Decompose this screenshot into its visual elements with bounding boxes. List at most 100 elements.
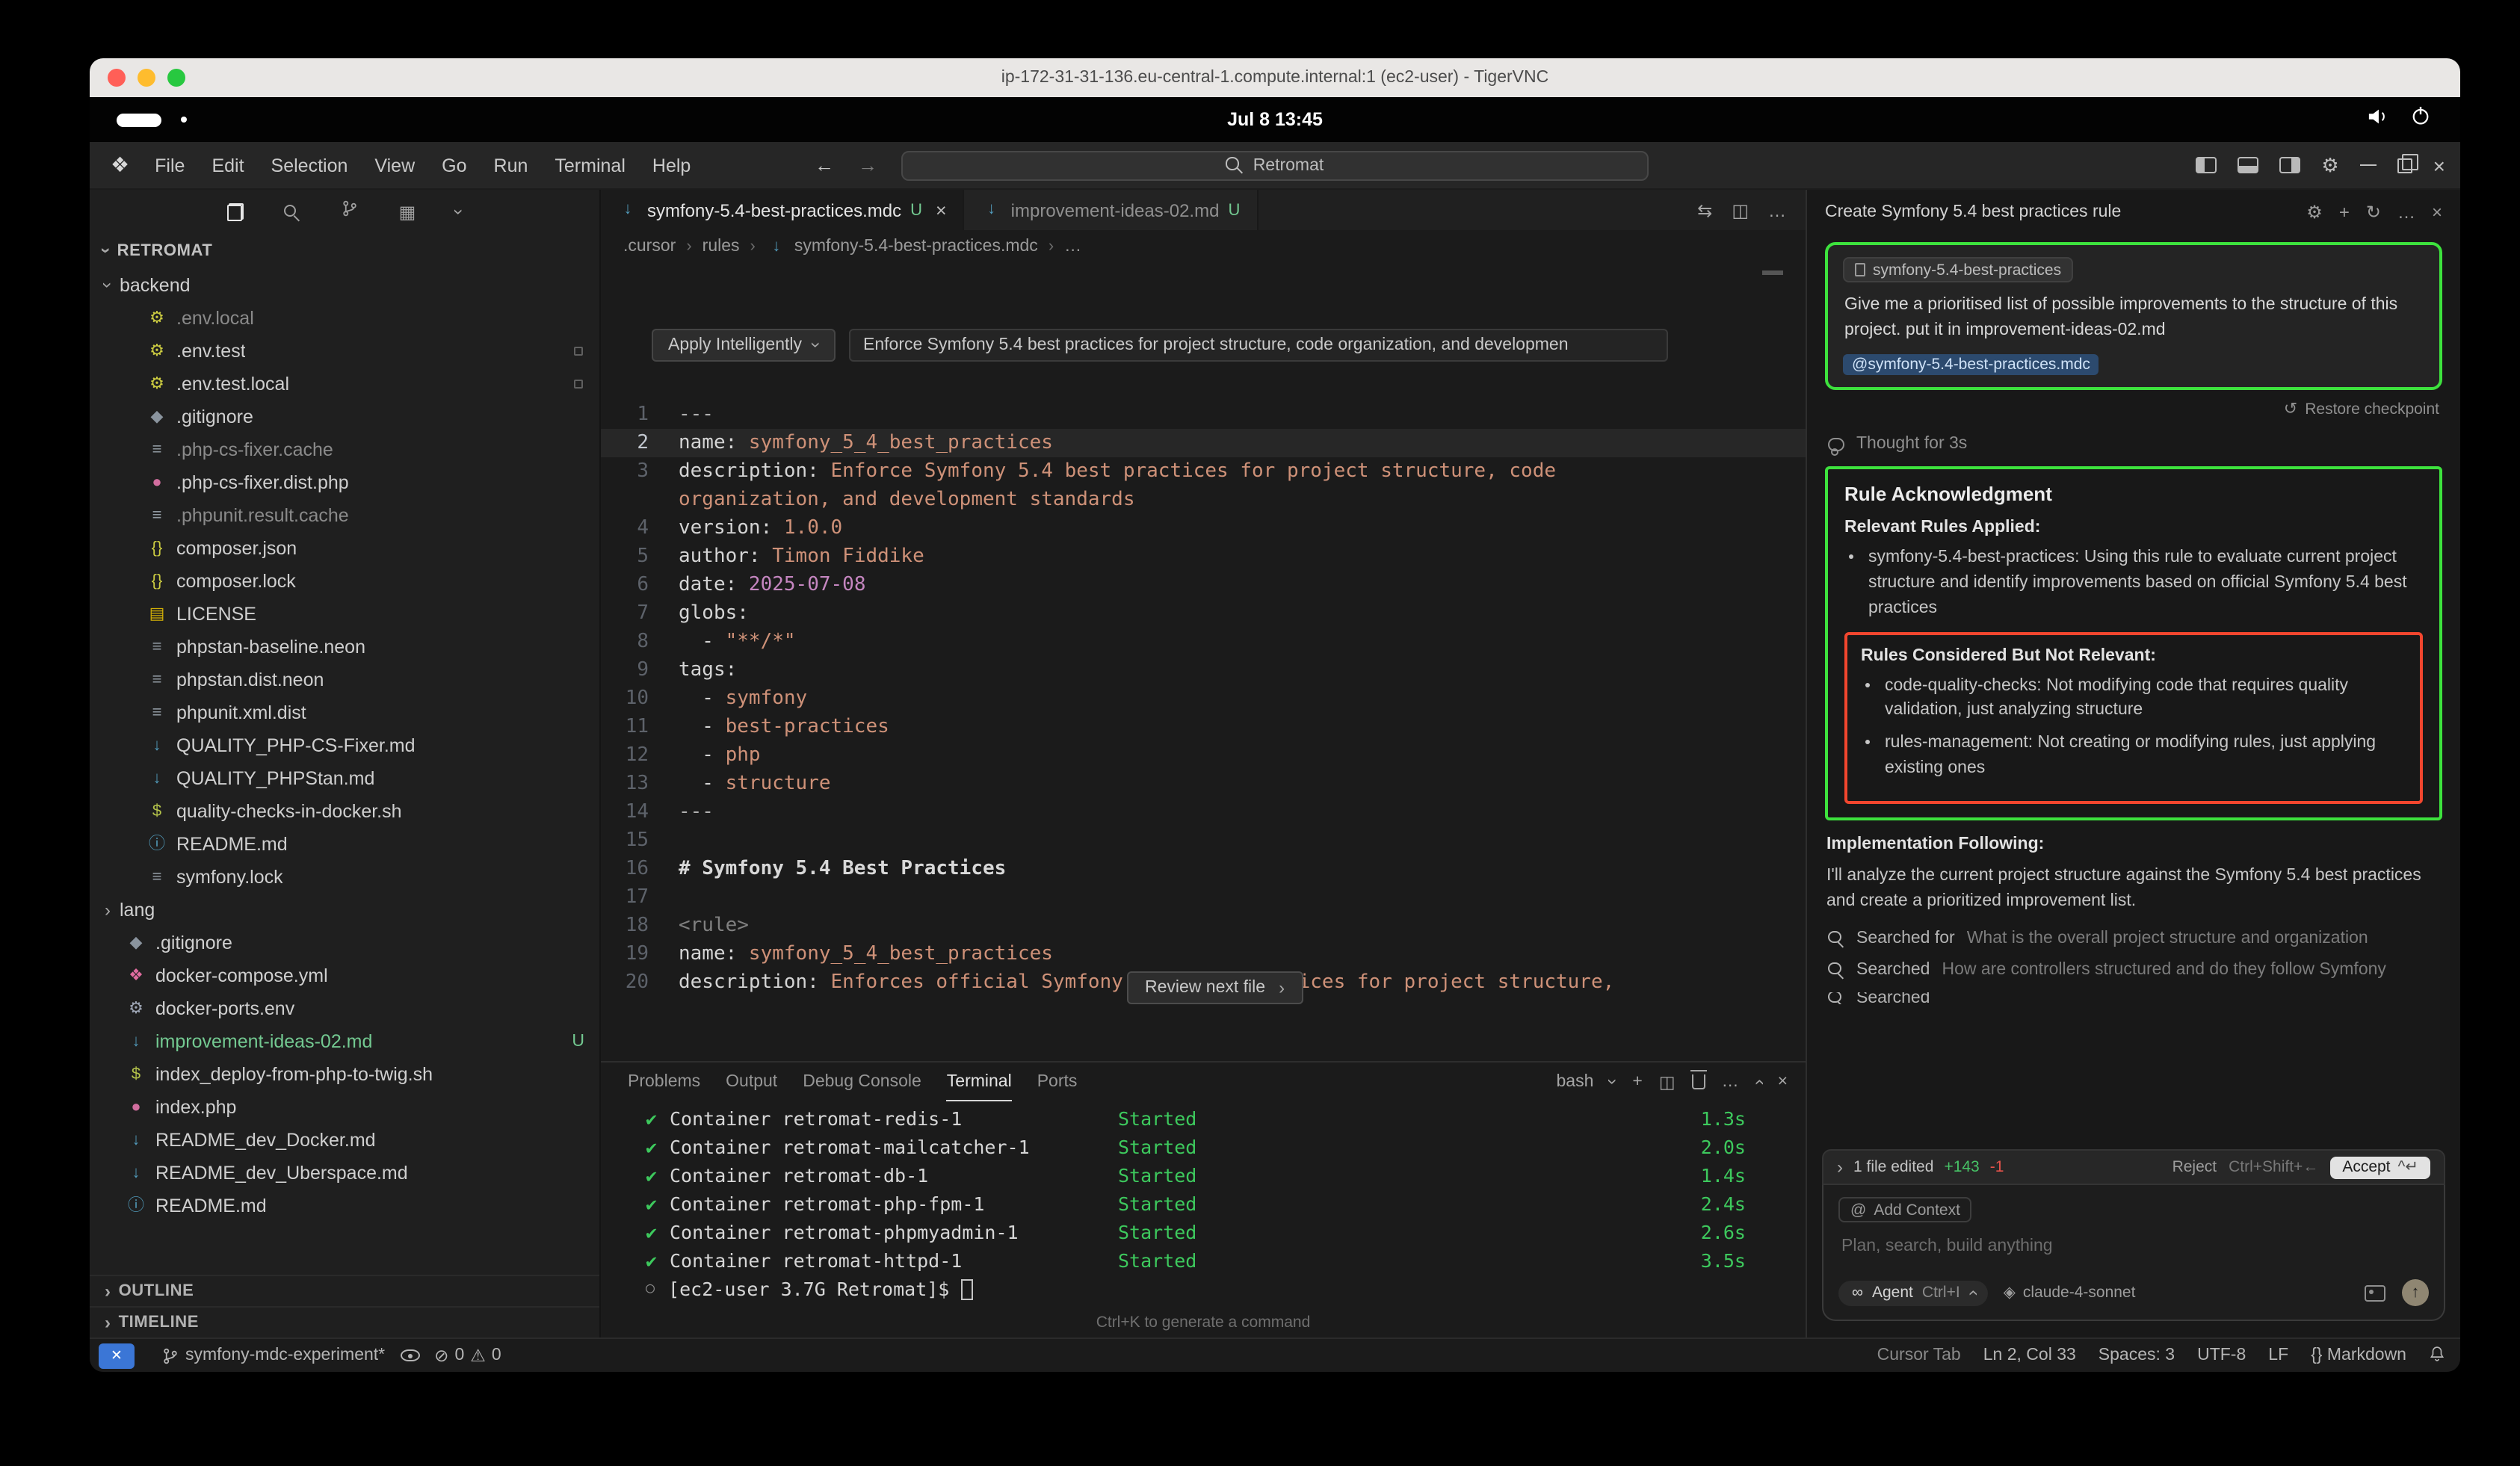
close-panel-icon[interactable]: × [2432,203,2442,221]
problems-indicator[interactable]: ⊘ 0 ⚠ 0 [434,1345,501,1366]
menu-view[interactable]: View [361,155,428,176]
tab-improvement-ideas-02.md[interactable]: ↓improvement-ideas-02.mdU [965,190,1259,230]
search-icon[interactable] [284,204,300,220]
searched-row[interactable]: Searched forWhat is the overall project … [1828,930,2439,948]
rule-description-input[interactable]: Enforce Symfony 5.4 best practices for p… [848,329,1667,362]
breadcrumb-item[interactable]: rules [702,238,740,256]
chevron-down-icon[interactable]: › [451,209,469,215]
rule-mention-chip[interactable]: @symfony-5.4-best-practices.mdc [1843,355,2099,376]
folder-lang[interactable]: ›lang [90,894,599,927]
file-.php-cs-fixer.dist.php[interactable]: ●.php-cs-fixer.dist.php [90,466,599,499]
minimize-button[interactable] [2360,164,2377,167]
agent-mode-selector[interactable]: ∞ Agent Ctrl+I › [1838,1280,1989,1305]
file-.gitignore[interactable]: ◆.gitignore [90,400,599,433]
source-control-icon[interactable] [341,199,359,226]
status-spaces-3[interactable]: Spaces: 3 [2099,1346,2175,1364]
explorer-section-header[interactable]: › RETROMAT [90,235,599,267]
chat-input-box[interactable]: @ Add Context Plan, search, build anythi… [1822,1185,2445,1321]
file-composer.json[interactable]: {}composer.json [90,532,599,565]
attached-file-chip[interactable]: symfony-5.4-best-practices [1843,257,2073,282]
status-utf-8[interactable]: UTF-8 [2197,1346,2246,1364]
restore-button[interactable] [2397,158,2412,173]
menu-go[interactable]: Go [428,155,480,176]
apply-mode-dropdown[interactable]: Apply Intelligently › [652,329,835,362]
new-chat-icon[interactable]: + [2339,203,2350,221]
file-composer.lock[interactable]: {}composer.lock [90,565,599,598]
file-QUALITY_PHPStan.md[interactable]: ↓QUALITY_PHPStan.md [90,762,599,795]
file-phpunit.xml.dist[interactable]: ≡phpunit.xml.dist [90,696,599,729]
breadcrumb-item[interactable]: ↓symfony-5.4-best-practices.mdc [766,238,1038,256]
file-phpstan-baseline.neon[interactable]: ≡phpstan-baseline.neon [90,631,599,664]
file-.phpunit.result.cache[interactable]: ≡.phpunit.result.cache [90,499,599,532]
open-changes-icon[interactable]: ⇆ [1697,200,1712,220]
git-branch-indicator[interactable]: symfony-mdc-experiment* [161,1346,385,1365]
command-center-search[interactable]: Retromat [901,150,1649,180]
restore-checkpoint-button[interactable]: ↺ Restore checkpoint [1828,400,2439,419]
more-actions-icon[interactable]: … [1768,200,1786,220]
menu-help[interactable]: Help [639,155,704,176]
status-lf[interactable]: LF [2268,1346,2288,1364]
file-README.md[interactable]: ⓘREADME.md [90,1190,599,1222]
chevron-down-icon[interactable]: › [1605,1079,1622,1085]
notifications-bell-icon[interactable] [2429,1344,2445,1367]
file-.env.local[interactable]: ⚙.env.local [90,302,599,335]
extensions-icon[interactable]: ▦ [399,202,416,223]
reject-button[interactable]: Reject [2172,1158,2217,1176]
menu-selection[interactable]: Selection [258,155,362,176]
file-index_deploy-from-php-to-twig.sh[interactable]: $index_deploy-from-php-to-twig.sh [90,1058,599,1091]
back-button[interactable]: ← [815,154,834,176]
file-index.php[interactable]: ●index.php [90,1091,599,1124]
file-.gitignore[interactable]: ◆.gitignore [90,927,599,959]
more-actions-icon[interactable]: … [1722,1073,1739,1091]
review-next-file-button[interactable]: Review next file › [1127,971,1303,1004]
searched-row[interactable]: SearchedHow are controllers structured a… [1828,962,2439,980]
close-button[interactable]: × [2433,155,2445,176]
menu-terminal[interactable]: Terminal [541,155,639,176]
add-context-chip[interactable]: @ Add Context [1838,1197,1972,1222]
toggle-panel-icon[interactable] [2238,157,2258,173]
breadcrumb-item[interactable]: … [1064,238,1081,256]
accept-button[interactable]: Accept ^↵ [2330,1156,2430,1178]
status-ln-2-col-33[interactable]: Ln 2, Col 33 [1983,1346,2076,1364]
send-button[interactable]: ↑ [2402,1279,2429,1306]
split-terminal-icon[interactable]: ◫ [1659,1071,1676,1092]
chevron-right-icon[interactable]: › [1837,1158,1843,1176]
panel-tab-debug-console[interactable]: Debug Console [803,1063,921,1101]
file-docker-ports.env[interactable]: ⚙docker-ports.env [90,992,599,1025]
file-LICENSE[interactable]: ▤LICENSE [90,598,599,631]
file-.php-cs-fixer.cache[interactable]: ≡.php-cs-fixer.cache [90,433,599,466]
breadcrumb-item[interactable]: .cursor [623,238,676,256]
code-editor[interactable]: Apply Intelligently › Enforce Symfony 5.… [601,263,1806,1061]
file-phpstan.dist.neon[interactable]: ≡phpstan.dist.neon [90,664,599,696]
settings-icon[interactable]: ⚙ [2306,203,2323,221]
settings-gear-icon[interactable]: ⚙ [2321,153,2338,177]
split-editor-icon[interactable]: ◫ [1732,200,1749,220]
menu-file[interactable]: File [141,155,198,176]
more-actions-icon[interactable]: … [2397,203,2415,221]
menu-edit[interactable]: Edit [198,155,257,176]
kill-terminal-icon[interactable] [1692,1074,1705,1089]
eye-icon[interactable] [400,1349,419,1361]
toggle-sidebar-icon[interactable] [2196,157,2217,173]
file-QUALITY_PHP-CS-Fixer.md[interactable]: ↓QUALITY_PHP-CS-Fixer.md [90,729,599,762]
searched-row[interactable]: Searched [1828,993,2439,1005]
file-.env.test[interactable]: ⚙.env.test [90,335,599,368]
close-tab-icon[interactable]: × [936,200,947,220]
terminal-shell-label[interactable]: bash [1557,1073,1594,1091]
status-cursor-tab[interactable]: Cursor Tab [1877,1346,1961,1364]
file-README_dev_Uberspace.md[interactable]: ↓README_dev_Uberspace.md [90,1157,599,1190]
forward-button[interactable]: → [858,154,877,176]
file-quality-checks-in-docker.sh[interactable]: $quality-checks-in-docker.sh [90,795,599,828]
panel-tab-terminal[interactable]: Terminal [947,1063,1012,1101]
terminal-prompt[interactable]: ○ [ec2-user 3.7G Retromat]$ [646,1275,1746,1303]
panel-tab-ports[interactable]: Ports [1037,1063,1078,1101]
thought-duration-row[interactable]: Thought for 3s [1828,436,2439,454]
file-improvement-ideas-02.md[interactable]: ↓improvement-ideas-02.mdU [90,1025,599,1058]
panel-tab-problems[interactable]: Problems [628,1063,700,1101]
panel-tab-output[interactable]: Output [726,1063,777,1101]
file-docker-compose.yml[interactable]: ❖docker-compose.yml [90,959,599,992]
outline-section[interactable]: › OUTLINE [90,1275,599,1306]
minimap-collapsed-indicator[interactable] [1762,270,1783,275]
file-.env.test.local[interactable]: ⚙.env.test.local [90,368,599,400]
menu-run[interactable]: Run [481,155,542,176]
